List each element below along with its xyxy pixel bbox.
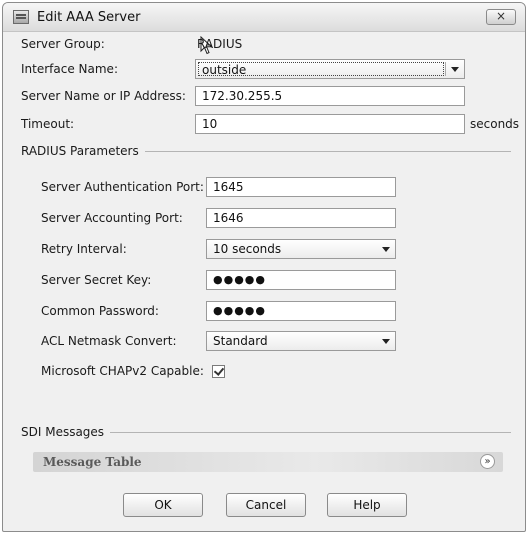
timeout-input[interactable]: 10 bbox=[195, 114, 465, 134]
common-password-label: Common Password: bbox=[41, 304, 159, 318]
server-group-label: Server Group: bbox=[21, 37, 105, 51]
timeout-label: Timeout: bbox=[21, 117, 75, 131]
acct-port-label: Server Accounting Port: bbox=[41, 211, 183, 225]
ok-button[interactable]: OK bbox=[123, 493, 203, 517]
timeout-unit-label: seconds bbox=[470, 117, 520, 131]
retry-interval-value: 10 seconds bbox=[213, 242, 282, 256]
sdi-section-title: SDI Messages bbox=[21, 425, 111, 439]
retry-interval-label: Retry Interval: bbox=[41, 242, 127, 256]
server-name-label: Server Name or IP Address: bbox=[21, 89, 186, 103]
interface-name-select[interactable]: outside bbox=[195, 59, 465, 79]
chap-capable-label: Microsoft CHAPv2 Capable: bbox=[41, 364, 204, 378]
message-table-title: Message Table bbox=[43, 455, 142, 469]
acl-netmask-select[interactable]: Standard bbox=[206, 331, 396, 351]
message-table-header[interactable]: Message Table » bbox=[33, 452, 503, 472]
expand-icon[interactable]: » bbox=[480, 454, 495, 469]
retry-interval-select[interactable]: 10 seconds bbox=[206, 239, 396, 259]
secret-key-label: Server Secret Key: bbox=[41, 273, 152, 287]
acl-netmask-value: Standard bbox=[213, 334, 268, 348]
auth-port-label: Server Authentication Port: bbox=[41, 180, 204, 194]
dialog-title: Edit AAA Server bbox=[37, 10, 141, 25]
select-divider bbox=[445, 62, 446, 76]
secret-key-input[interactable]: ●●●●● bbox=[206, 270, 396, 290]
acct-port-input[interactable]: 1646 bbox=[206, 208, 396, 228]
server-group-value: RADIUS bbox=[197, 37, 243, 51]
title-bar[interactable]: Edit AAA Server × bbox=[3, 3, 525, 32]
common-password-input[interactable]: ●●●●● bbox=[206, 301, 396, 321]
auth-port-input[interactable]: 1645 bbox=[206, 177, 396, 197]
chevron-down-icon bbox=[382, 247, 390, 252]
aaa-server-icon bbox=[13, 10, 29, 24]
close-button[interactable]: × bbox=[486, 9, 516, 25]
cancel-button[interactable]: Cancel bbox=[226, 493, 306, 517]
server-name-input[interactable]: 172.30.255.5 bbox=[195, 86, 465, 106]
acl-netmask-label: ACL Netmask Convert: bbox=[41, 334, 177, 348]
chap-capable-checkbox[interactable] bbox=[212, 365, 225, 378]
help-button[interactable]: Help bbox=[327, 493, 407, 517]
chevron-down-icon bbox=[451, 67, 459, 72]
radius-section-title: RADIUS Parameters bbox=[21, 144, 145, 158]
chevron-down-icon bbox=[382, 339, 390, 344]
interface-name-value: outside bbox=[198, 62, 444, 77]
edit-aaa-server-dialog: Edit AAA Server × Server Group: RADIUS I… bbox=[2, 2, 526, 532]
close-icon: × bbox=[495, 9, 507, 23]
interface-name-label: Interface Name: bbox=[21, 62, 118, 76]
